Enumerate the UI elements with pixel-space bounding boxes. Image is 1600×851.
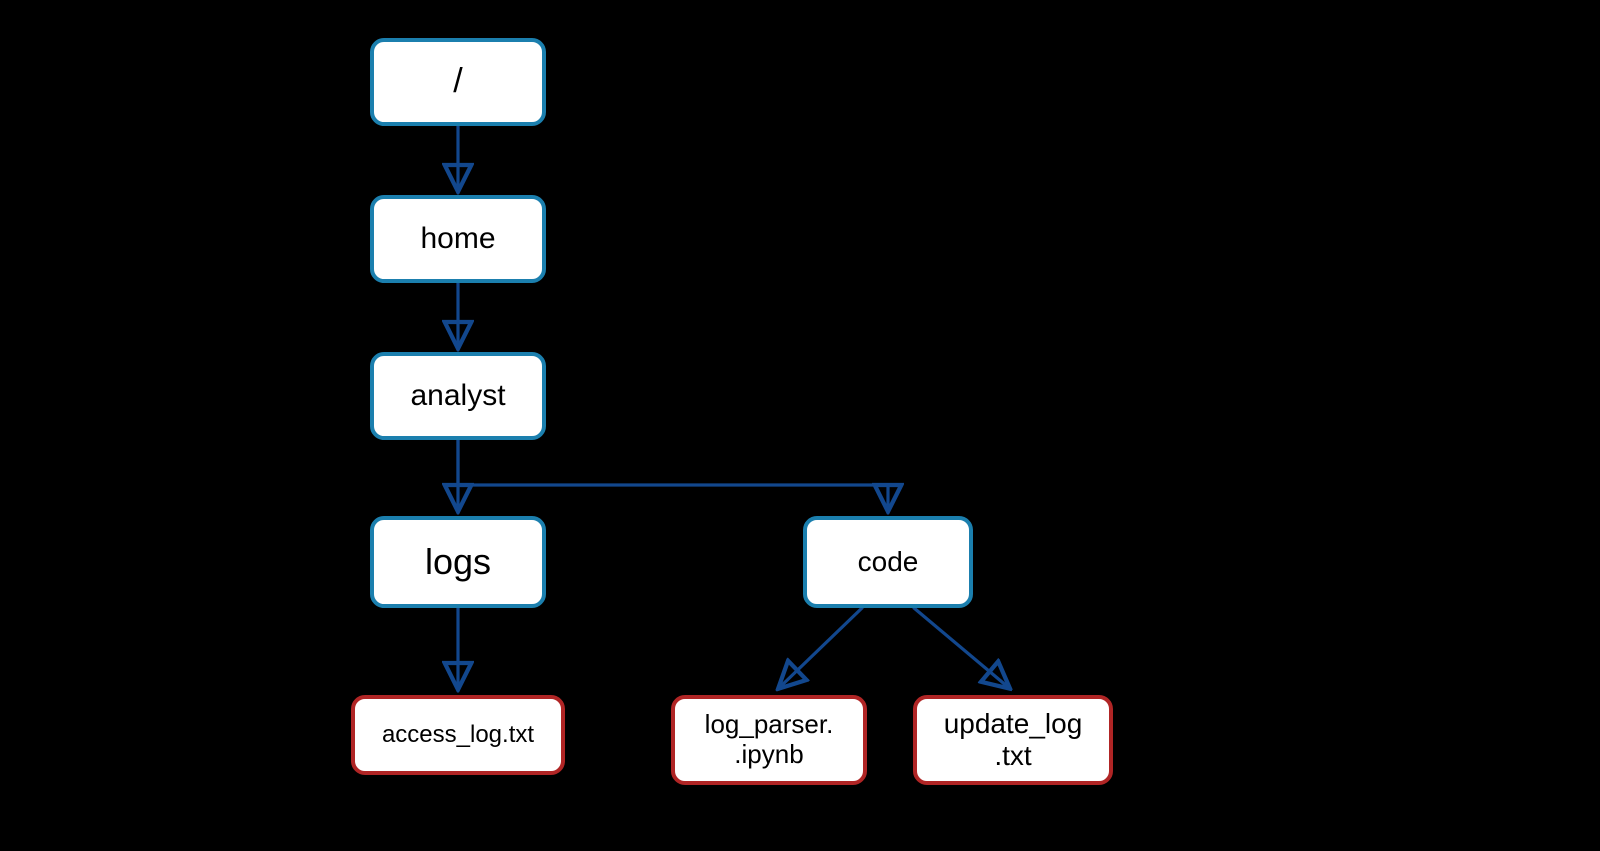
node-code: code: [803, 516, 973, 608]
node-analyst: analyst: [370, 352, 546, 440]
edge-analyst-code: [458, 439, 888, 509]
node-logs-label: logs: [425, 541, 491, 582]
node-update-log-label: update_log .txt: [944, 708, 1083, 772]
node-home-label: home: [420, 222, 495, 257]
node-logs: logs: [370, 516, 546, 608]
node-access-log: access_log.txt: [351, 695, 565, 775]
node-root: /: [370, 38, 546, 126]
node-update-log: update_log .txt: [913, 695, 1113, 785]
node-home: home: [370, 195, 546, 283]
node-code-label: code: [858, 546, 919, 578]
filesystem-tree-diagram: / home analyst logs code access_log.txt …: [0, 0, 1600, 851]
edge-code-parser: [780, 608, 862, 687]
node-log-parser-label: log_parser. .ipynb: [705, 710, 834, 770]
node-root-label: /: [453, 62, 462, 101]
node-analyst-label: analyst: [410, 379, 505, 414]
node-log-parser: log_parser. .ipynb: [671, 695, 867, 785]
edge-code-update: [914, 608, 1008, 687]
node-access-log-label: access_log.txt: [382, 721, 534, 749]
